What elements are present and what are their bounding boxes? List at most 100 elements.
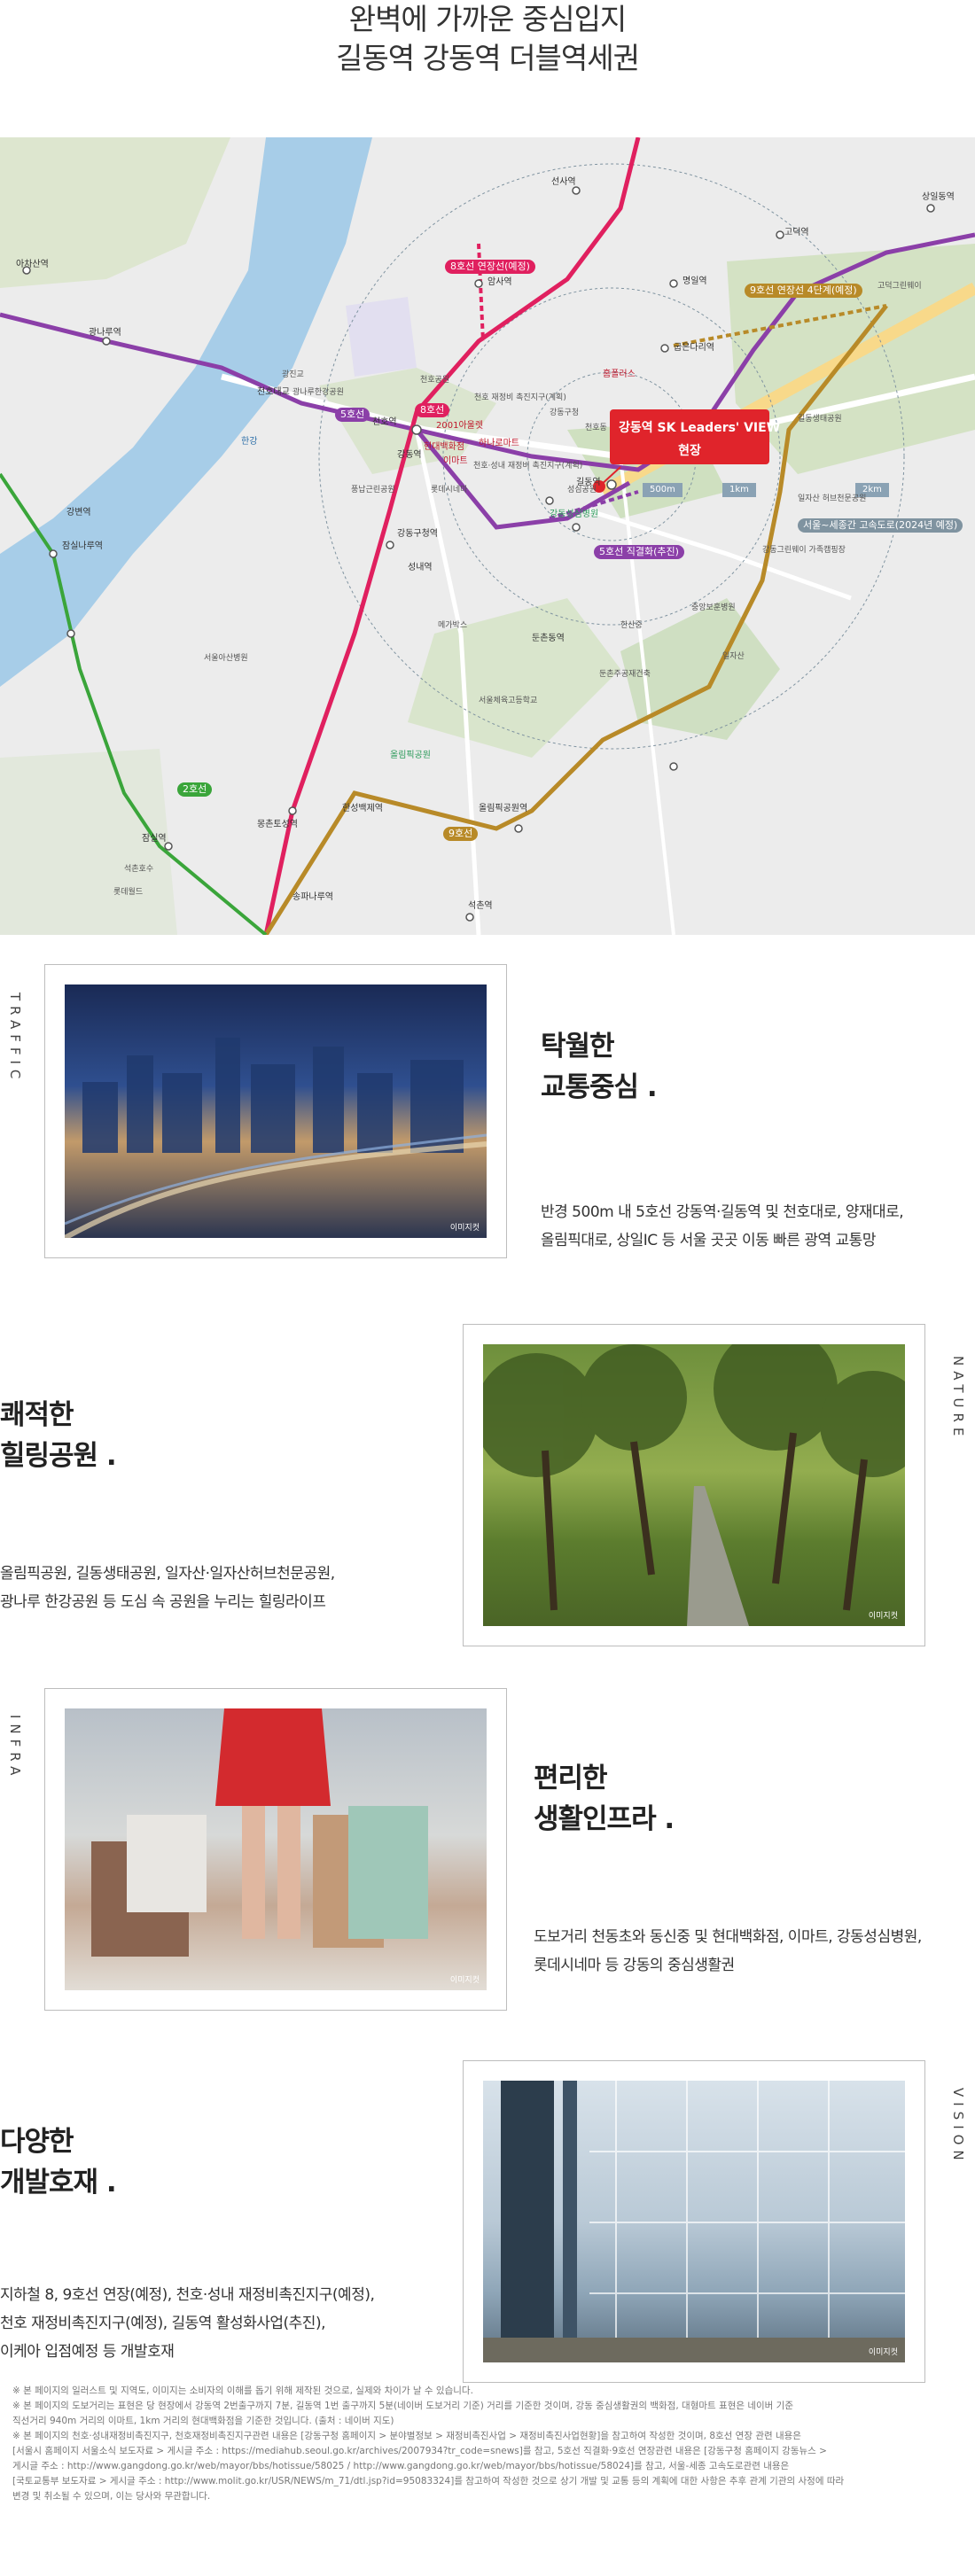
- infra-body-2: 롯데시네마 등 강동의 중심생활권: [534, 1957, 735, 1974]
- station-label: 몽촌토성역: [257, 820, 298, 829]
- station-label: 송파나루역: [292, 892, 333, 902]
- place-label: 광진교: [282, 370, 304, 379]
- line5-tag: 5호선: [335, 408, 370, 422]
- shopping-bags-graphic: [91, 1708, 428, 1957]
- traffic-body-1: 반경 500m 내 5호선 강동역·길동역 및 천호대로, 양재대로,: [541, 1203, 904, 1221]
- place-label: 올림픽공원: [390, 751, 431, 760]
- expressway-tag: 서울~세종간 고속도로(2024년 예정): [798, 518, 963, 533]
- infra-photo-frame: 이미지컷: [44, 1688, 507, 2011]
- place-label: 한산중: [620, 621, 643, 630]
- place-label: 서울체육고등학교: [479, 697, 538, 705]
- distance-1km: 1km: [722, 483, 756, 497]
- station-label: 강변역: [66, 508, 91, 518]
- line8-ext-tag: 8호선 연장선(예정): [445, 260, 535, 274]
- distance-500m: 500m: [643, 483, 682, 497]
- infra-photo: 이미지컷: [65, 1708, 487, 1990]
- headline-line-1: 완벽에 가까운 중심입지: [348, 2, 628, 36]
- place-label: 중앙보훈병원: [691, 603, 736, 612]
- footnote-line: ※ 본 페이지의 일러스트 및 지역도, 이미지는 소비자의 이해를 돕기 위해…: [12, 2385, 473, 2396]
- park-path-graphic: [483, 1344, 905, 1626]
- vision-body-3: 이케아 입점예정 등 개발호재: [0, 2343, 175, 2361]
- nature-title-1: 쾌적한: [0, 1399, 74, 1431]
- place-label: 천호공원: [420, 376, 450, 385]
- place-label: 메가박스: [438, 621, 468, 630]
- station-label: 강동역: [397, 450, 422, 460]
- map-graphic: [0, 137, 975, 935]
- photo-caption: 이미지컷: [449, 1224, 480, 1233]
- section-label-nature: NATURE: [950, 1356, 966, 1442]
- place-label: 홈플러스: [603, 370, 636, 379]
- place-label: 강동성심병원: [550, 510, 599, 519]
- infra-title-1: 편리한: [534, 1763, 608, 1794]
- station-label: 잠실나루역: [62, 541, 103, 551]
- section-label-traffic: TRAFFIC: [7, 992, 23, 1085]
- place-label: 광나루한강공원: [292, 388, 344, 397]
- page-header: 완벽에 가까운 중심입지 길동역 강동역 더블역세권: [0, 0, 975, 137]
- vision-body-1: 지하철 8, 9호선 연장(예정), 천호·성내 재정비촉진지구(예정),: [0, 2286, 375, 2304]
- section-label-vision: VISION: [950, 2088, 966, 2166]
- infra-title-2: 생활인프라 .: [534, 1803, 675, 1835]
- vision-body-2: 천호 재정비촉진지구(예정), 길동역 활성화사업(추진),: [0, 2315, 326, 2332]
- photo-caption: 이미지컷: [868, 2348, 898, 2357]
- station-label: 올림픽공원역: [479, 804, 528, 813]
- place-label: 롯데월드: [113, 888, 144, 897]
- section-label-infra: INFRA: [7, 1715, 23, 1781]
- nature-title-2: 힐링공원 .: [0, 1440, 117, 1472]
- place-label: 강동그린웨이 가족캠핑장: [762, 546, 846, 555]
- place-label: 현대백화점: [424, 442, 464, 452]
- place-label: 서울아산병원: [204, 654, 248, 663]
- site-marker-badge: 강동역 SK Leaders' VIEW 현장: [610, 409, 780, 464]
- place-label: 길동생태공원: [798, 415, 842, 424]
- place-label: 2001아울렛: [436, 421, 484, 431]
- station-label: 둔촌동역: [532, 634, 565, 643]
- footnote-line: ※ 본 페이지의 천호·성내재정비촉진지구, 천호재정비촉진지구관련 내용은 […: [12, 2431, 801, 2441]
- headline-line-2: 길동역 강동역 더블역세권: [336, 41, 640, 75]
- vision-photo-frame: 이미지컷: [463, 2060, 925, 2383]
- photo-caption: 이미지컷: [449, 1976, 480, 1985]
- disclaimer-footnotes: ※ 본 페이지의 일러스트 및 지역도, 이미지는 소비자의 이해를 돕기 위해…: [12, 2384, 965, 2504]
- glass-building-graphic: [483, 2081, 905, 2362]
- station-label: 성내역: [408, 563, 433, 572]
- station-label: 굽은다리역: [674, 343, 714, 353]
- station-label: 암사역: [488, 277, 512, 287]
- photo-caption: 이미지컷: [868, 1612, 898, 1621]
- city-skyline-graphic: [65, 1038, 487, 1238]
- place-label: 천호 재정비 촉진지구(계획): [474, 393, 566, 402]
- place-label: 하나로마트: [479, 439, 519, 448]
- line9-ext-tag: 9호선 연장선 4단계(예정): [745, 284, 862, 298]
- line2-tag: 2호선: [177, 782, 213, 797]
- place-label: 롯데시네마: [431, 486, 468, 494]
- line9-tag: 9호선: [443, 827, 479, 841]
- footnote-line: 변경 및 취소될 수 있으며, 이는 당사와 무관합니다.: [12, 2491, 211, 2502]
- infra-body-1: 도보거리 천동초와 동신중 및 현대백화점, 이마트, 강동성심병원,: [534, 1928, 922, 1946]
- place-label: 이마트: [443, 456, 468, 466]
- station-label: 아차산역: [16, 260, 49, 269]
- station-label: 잠실역: [142, 834, 167, 844]
- traffic-title-2: 교통중심 .: [541, 1071, 658, 1103]
- place-label: 풍납근린공원: [351, 486, 395, 494]
- place-label: 일자산 허브천문공원: [798, 494, 867, 503]
- vision-title-1: 다양한: [0, 2126, 74, 2158]
- nature-photo-frame: 이미지컷: [463, 1324, 925, 1646]
- traffic-photo-frame: 이미지컷: [44, 964, 507, 1258]
- line8-tag: 8호선: [415, 403, 450, 417]
- station-label: 고덕역: [784, 228, 809, 237]
- place-label: 한강: [241, 437, 258, 447]
- station-label: 한성백제역: [342, 804, 383, 813]
- place-label: 석촌호수: [124, 865, 154, 874]
- traffic-photo: 이미지컷: [65, 984, 487, 1238]
- site-brand: 강동역 SK Leaders' VIEW: [619, 421, 781, 435]
- traffic-title-1: 탁월한: [541, 1031, 615, 1062]
- place-label: 둔촌주공재건축: [599, 670, 651, 679]
- station-label: 명일역: [682, 276, 707, 286]
- line5-direct-tag: 5호선 직결화(추진): [594, 545, 684, 559]
- station-label: 선사역: [551, 177, 576, 187]
- place-label: 고덕그린웨이: [878, 282, 922, 291]
- location-map: 강동역 SK Leaders' VIEW 현장 5호선 8호선 8호선 연장선(…: [0, 137, 975, 935]
- traffic-body-2: 올림픽대로, 상일IC 등 서울 곳곳 이동 빠른 광역 교통망: [541, 1232, 876, 1249]
- nature-body-2: 광나루 한강공원 등 도심 속 공원을 누리는 힐링라이프: [0, 1593, 326, 1611]
- vision-photo: 이미지컷: [483, 2081, 905, 2362]
- place-label: 강동구청: [550, 409, 580, 417]
- footnote-line: [서울시 홈페이지 서울소식 보도자료 > 게시글 주소 : https://m…: [12, 2446, 827, 2456]
- place-label: 성심공원: [567, 486, 597, 494]
